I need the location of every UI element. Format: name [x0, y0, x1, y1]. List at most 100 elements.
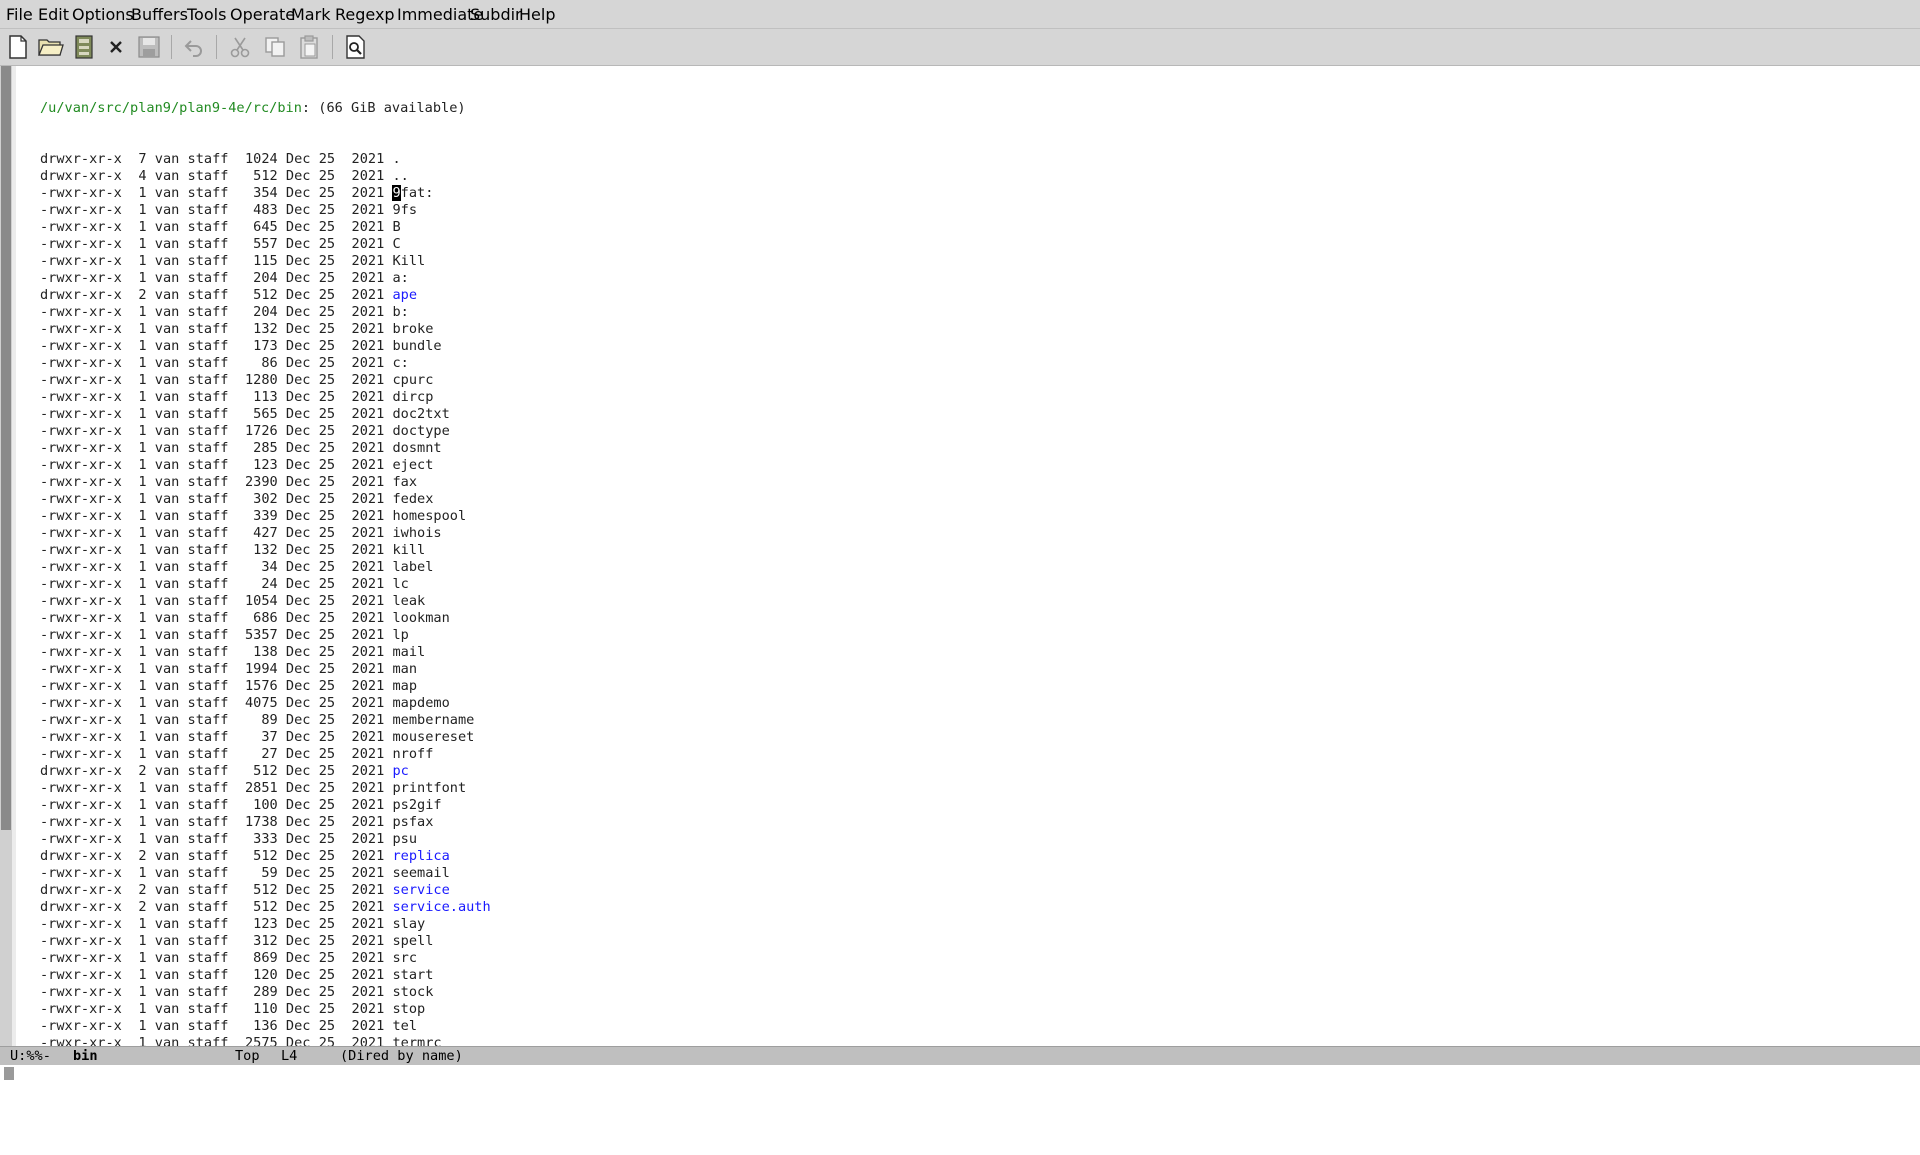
dired-file-row[interactable]: drwxr-xr-x 7 van staff 1024 Dec 25 2021 …: [40, 151, 1880, 168]
dired-file-row[interactable]: -rwxr-xr-x 1 van staff 686 Dec 25 2021 l…: [40, 610, 1880, 627]
file-name[interactable]: c:: [392, 355, 408, 371]
file-name[interactable]: doc2txt: [392, 406, 449, 422]
dired-file-row[interactable]: -rwxr-xr-x 1 van staff 557 Dec 25 2021 C: [40, 236, 1880, 253]
file-name[interactable]: tel: [392, 1018, 417, 1034]
dired-file-row[interactable]: -rwxr-xr-x 1 van staff 34 Dec 25 2021 la…: [40, 559, 1880, 576]
dired-file-row[interactable]: -rwxr-xr-x 1 van staff 115 Dec 25 2021 K…: [40, 253, 1880, 270]
file-name[interactable]: homespool: [392, 508, 466, 524]
dired-file-row[interactable]: -rwxr-xr-x 1 van staff 1576 Dec 25 2021 …: [40, 678, 1880, 695]
dired-file-row[interactable]: -rwxr-xr-x 1 van staff 565 Dec 25 2021 d…: [40, 406, 1880, 423]
file-name[interactable]: dosmnt: [392, 440, 441, 456]
dired-dir-row[interactable]: drwxr-xr-x 2 van staff 512 Dec 25 2021 s…: [40, 899, 1880, 916]
file-name[interactable]: bundle: [392, 338, 441, 354]
file-name[interactable]: B: [392, 219, 400, 235]
dired-file-row[interactable]: -rwxr-xr-x 1 van staff 132 Dec 25 2021 k…: [40, 542, 1880, 559]
dired-file-row[interactable]: drwxr-xr-x 4 van staff 512 Dec 25 2021 .…: [40, 168, 1880, 185]
dired-file-row[interactable]: -rwxr-xr-x 1 van staff 204 Dec 25 2021 a…: [40, 270, 1880, 287]
file-name[interactable]: src: [392, 950, 417, 966]
dired-file-row[interactable]: -rwxr-xr-x 1 van staff 1054 Dec 25 2021 …: [40, 593, 1880, 610]
undo-icon[interactable]: [180, 33, 208, 61]
file-name[interactable]: stock: [392, 984, 433, 1000]
dired-file-row[interactable]: -rwxr-xr-x 1 van staff 2390 Dec 25 2021 …: [40, 474, 1880, 491]
directory-name[interactable]: ape: [392, 287, 417, 303]
file-name[interactable]: mousereset: [392, 729, 474, 745]
dired-file-row[interactable]: -rwxr-xr-x 1 van staff 302 Dec 25 2021 f…: [40, 491, 1880, 508]
menu-buffers[interactable]: Buffers: [131, 5, 188, 24]
dired-file-row[interactable]: -rwxr-xr-x 1 van staff 120 Dec 25 2021 s…: [40, 967, 1880, 984]
file-name[interactable]: psu: [392, 831, 417, 847]
dired-icon[interactable]: [70, 33, 98, 61]
file-name[interactable]: lp: [392, 627, 408, 643]
file-name[interactable]: termrc: [392, 1035, 441, 1046]
dired-file-row[interactable]: -rwxr-xr-x 1 van staff 2575 Dec 25 2021 …: [40, 1035, 1880, 1046]
menu-edit[interactable]: Edit: [38, 5, 69, 24]
dired-dir-row[interactable]: drwxr-xr-x 2 van staff 512 Dec 25 2021 r…: [40, 848, 1880, 865]
dired-file-row[interactable]: -rwxr-xr-x 1 van staff 1738 Dec 25 2021 …: [40, 814, 1880, 831]
file-name[interactable]: leak: [392, 593, 425, 609]
directory-name[interactable]: pc: [392, 763, 408, 779]
vertical-scrollbar[interactable]: [0, 66, 12, 1046]
menu-help[interactable]: Help: [519, 5, 555, 24]
file-name[interactable]: slay: [392, 916, 425, 932]
menu-operate[interactable]: Operate: [230, 5, 295, 24]
file-name[interactable]: stop: [392, 1001, 425, 1017]
file-name[interactable]: doctype: [392, 423, 449, 439]
header-path[interactable]: /u/van/src/plan9/plan9-4e/rc/bin: [40, 100, 302, 116]
file-name[interactable]: fedex: [392, 491, 433, 507]
file-name[interactable]: b:: [392, 304, 408, 320]
dired-file-row[interactable]: -rwxr-xr-x 1 van staff 427 Dec 25 2021 i…: [40, 525, 1880, 542]
menu-subdir[interactable]: Subdir: [470, 5, 522, 24]
file-name[interactable]: lookman: [392, 610, 449, 626]
directory-name[interactable]: service: [392, 882, 449, 898]
file-name[interactable]: nroff: [392, 746, 433, 762]
open-folder-icon[interactable]: [37, 33, 65, 61]
dired-dir-row[interactable]: drwxr-xr-x 2 van staff 512 Dec 25 2021 p…: [40, 763, 1880, 780]
dired-file-row[interactable]: -rwxr-xr-x 1 van staff 123 Dec 25 2021 s…: [40, 916, 1880, 933]
file-name[interactable]: mail: [392, 644, 425, 660]
file-name[interactable]: broke: [392, 321, 433, 337]
file-name[interactable]: psfax: [392, 814, 433, 830]
menu-mark[interactable]: Mark: [291, 5, 330, 24]
dired-buffer[interactable]: /u/van/src/plan9/plan9-4e/rc/bin: (66 Gi…: [40, 66, 1880, 1046]
file-name[interactable]: mapdemo: [392, 695, 449, 711]
file-name[interactable]: .: [392, 151, 400, 167]
file-name[interactable]: 9fs: [392, 202, 417, 218]
search-icon[interactable]: [342, 33, 370, 61]
dired-file-row[interactable]: -rwxr-xr-x 1 van staff 1994 Dec 25 2021 …: [40, 661, 1880, 678]
minibuffer[interactable]: [0, 1065, 1920, 1080]
file-name[interactable]: ps2gif: [392, 797, 441, 813]
dired-file-row[interactable]: -rwxr-xr-x 1 van staff 173 Dec 25 2021 b…: [40, 338, 1880, 355]
modeline-buffer-name[interactable]: bin: [73, 1047, 98, 1065]
dired-file-row[interactable]: -rwxr-xr-x 1 van staff 312 Dec 25 2021 s…: [40, 933, 1880, 950]
menu-options[interactable]: Options: [72, 5, 134, 24]
file-name[interactable]: a:: [392, 270, 408, 286]
file-name[interactable]: spell: [392, 933, 433, 949]
menu-tools[interactable]: Tools: [187, 5, 226, 24]
file-name[interactable]: label: [392, 559, 433, 575]
dired-file-row[interactable]: -rwxr-xr-x 1 van staff 354 Dec 25 2021 9…: [40, 185, 1880, 202]
dired-file-row[interactable]: -rwxr-xr-x 1 van staff 5357 Dec 25 2021 …: [40, 627, 1880, 644]
copy-icon[interactable]: [261, 33, 289, 61]
cut-icon[interactable]: [226, 33, 254, 61]
dired-dir-row[interactable]: drwxr-xr-x 2 van staff 512 Dec 25 2021 s…: [40, 882, 1880, 899]
dired-file-row[interactable]: -rwxr-xr-x 1 van staff 138 Dec 25 2021 m…: [40, 644, 1880, 661]
dired-file-row[interactable]: -rwxr-xr-x 1 van staff 2851 Dec 25 2021 …: [40, 780, 1880, 797]
scrollbar-thumb[interactable]: [1, 66, 11, 830]
directory-name[interactable]: replica: [392, 848, 449, 864]
dired-file-row[interactable]: -rwxr-xr-x 1 van staff 37 Dec 25 2021 mo…: [40, 729, 1880, 746]
dired-file-row[interactable]: -rwxr-xr-x 1 van staff 123 Dec 25 2021 e…: [40, 457, 1880, 474]
file-name[interactable]: seemail: [392, 865, 449, 881]
file-name[interactable]: dircp: [392, 389, 433, 405]
file-name[interactable]: cpurc: [392, 372, 433, 388]
file-name[interactable]: iwhois: [392, 525, 441, 541]
dired-file-row[interactable]: -rwxr-xr-x 1 van staff 339 Dec 25 2021 h…: [40, 508, 1880, 525]
dired-file-row[interactable]: -rwxr-xr-x 1 van staff 289 Dec 25 2021 s…: [40, 984, 1880, 1001]
dired-file-row[interactable]: -rwxr-xr-x 1 van staff 869 Dec 25 2021 s…: [40, 950, 1880, 967]
dired-file-row[interactable]: -rwxr-xr-x 1 van staff 1726 Dec 25 2021 …: [40, 423, 1880, 440]
dired-file-row[interactable]: -rwxr-xr-x 1 van staff 1280 Dec 25 2021 …: [40, 372, 1880, 389]
file-name[interactable]: Kill: [392, 253, 425, 269]
file-name[interactable]: start: [392, 967, 433, 983]
dired-file-row[interactable]: -rwxr-xr-x 1 van staff 4075 Dec 25 2021 …: [40, 695, 1880, 712]
file-name[interactable]: lc: [392, 576, 408, 592]
file-name[interactable]: eject: [392, 457, 433, 473]
